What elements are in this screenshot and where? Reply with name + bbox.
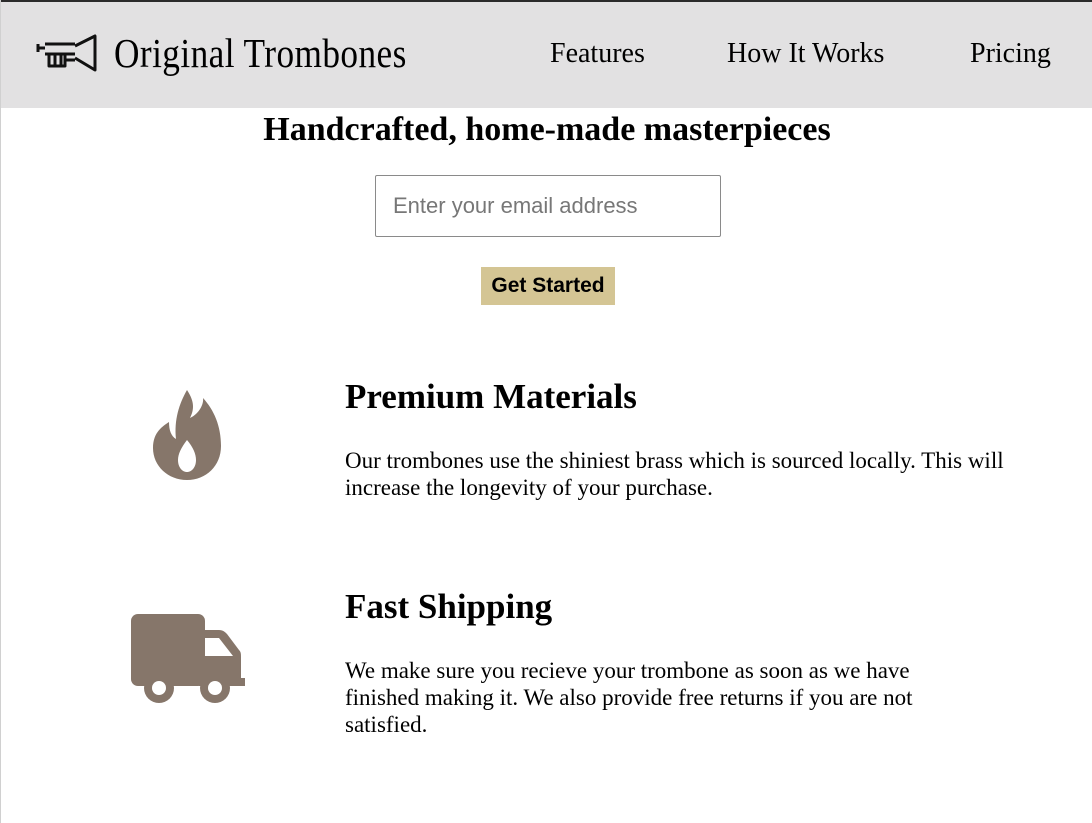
hero-title: Handcrafted, home-made masterpieces — [263, 111, 831, 148]
fire-icon — [153, 390, 221, 480]
nav-link-pricing[interactable]: Pricing — [970, 36, 1051, 72]
truck-icon — [131, 614, 245, 703]
feature-title-premium-materials: Premium Materials — [345, 377, 637, 416]
email-input[interactable] — [375, 175, 721, 237]
trombone-icon[interactable] — [35, 32, 101, 76]
nav-link-how-it-works[interactable]: How It Works — [727, 36, 884, 72]
get-started-button[interactable]: Get Started — [481, 267, 615, 305]
nav-link-features[interactable]: Features — [550, 36, 645, 72]
feature-description-premium-materials: Our trombones use the shiniest brass whi… — [345, 448, 1004, 500]
header: Original Trombones Features How It Works… — [1, 0, 1092, 108]
feature-title-fast-shipping: Fast Shipping — [345, 587, 553, 626]
brand-name[interactable]: Original Trombones — [114, 28, 407, 78]
feature-description-fast-shipping: We make sure you recieve your trombone a… — [345, 658, 913, 737]
